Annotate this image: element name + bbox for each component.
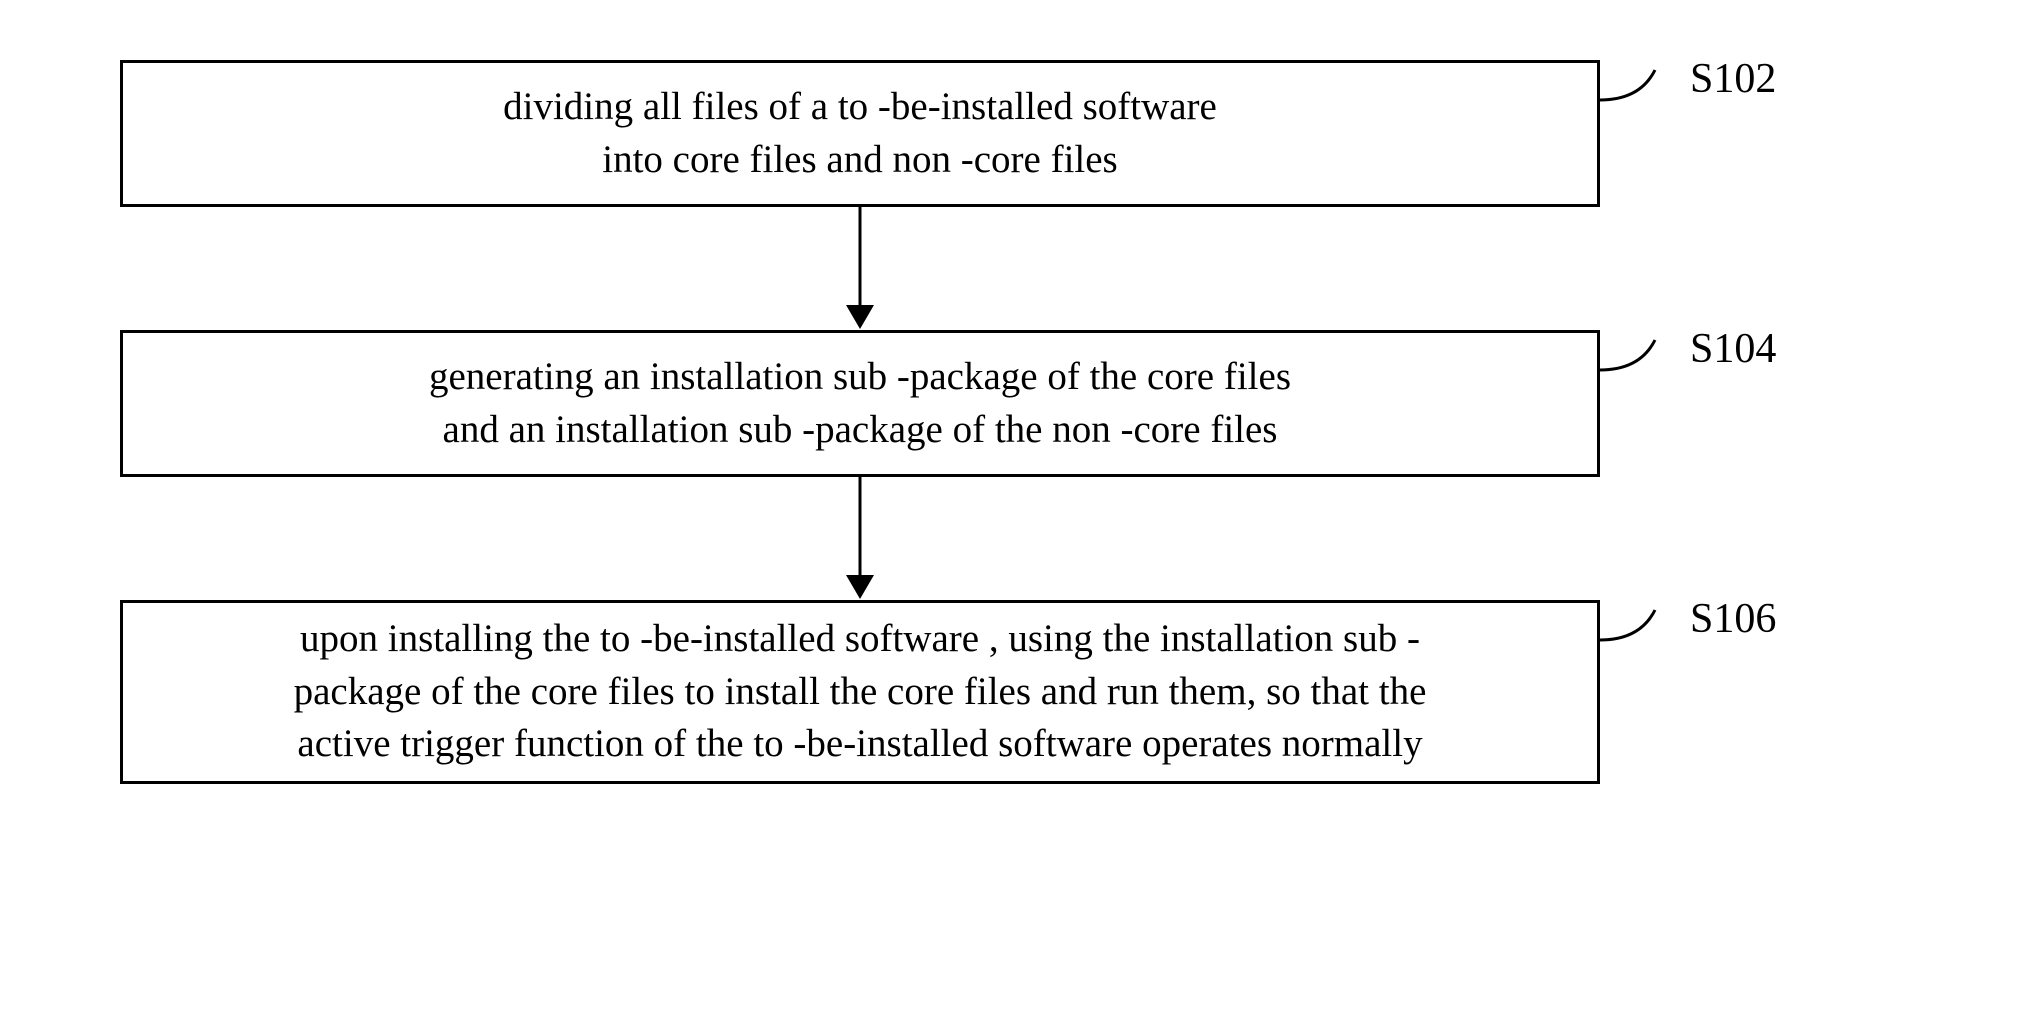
step-3-line-1: upon installing the to -be-installed sof… (143, 613, 1577, 666)
step-label-3: S106 (1690, 595, 1776, 643)
step-box-2: generating an installation sub -package … (120, 330, 1600, 477)
step-2-line-1: generating an installation sub -package … (143, 351, 1577, 404)
step-box-3: upon installing the to -be-installed sof… (120, 600, 1600, 784)
arrow-2-head (846, 575, 874, 599)
arrow-1-head (846, 305, 874, 329)
arrow-2-line (859, 475, 862, 575)
step-box-1: dividing all files of a to -be-installed… (120, 60, 1600, 207)
step-2-line-2: and an installation sub -package of the … (143, 404, 1577, 457)
step-3-line-2: package of the core files to install the… (143, 666, 1577, 719)
step-label-2: S104 (1690, 325, 1776, 373)
label-curve-1 (1600, 60, 1680, 130)
step-1-line-1: dividing all files of a to -be-installed… (143, 81, 1577, 134)
arrow-1-line (859, 205, 862, 305)
step-3-line-3: active trigger function of the to -be-in… (143, 718, 1577, 771)
label-curve-2 (1600, 330, 1680, 400)
label-curve-3 (1600, 600, 1680, 670)
step-label-1: S102 (1690, 55, 1776, 103)
step-1-line-2: into core files and non -core files (143, 134, 1577, 187)
